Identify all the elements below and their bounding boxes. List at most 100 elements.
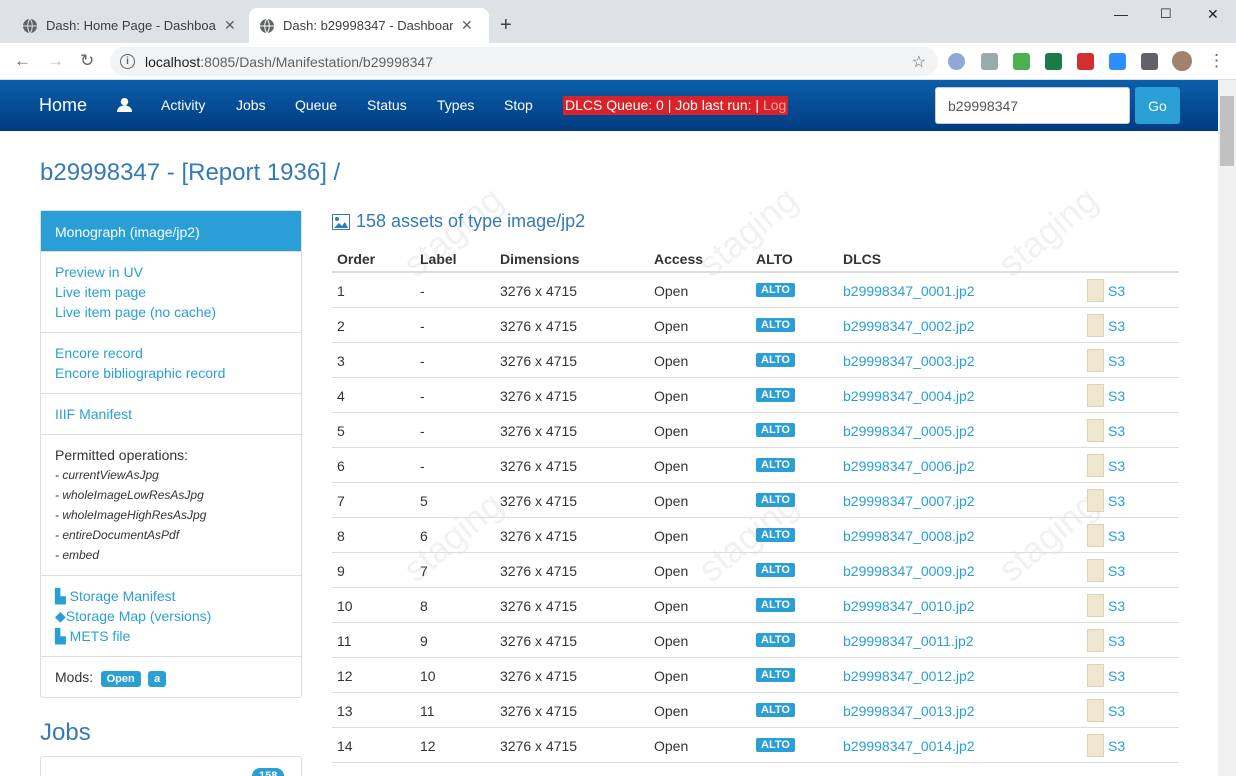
alto-badge[interactable]: ALTO <box>756 598 795 612</box>
page-thumbnail[interactable] <box>1087 594 1104 617</box>
s3-link[interactable]: S3 <box>1108 563 1125 579</box>
s3-link[interactable]: S3 <box>1108 458 1125 474</box>
dlcs-link[interactable]: b29998347_0008.jp2 <box>843 528 975 544</box>
zoom-extension-icon[interactable] <box>1109 53 1126 70</box>
s3-link[interactable]: S3 <box>1108 703 1125 719</box>
encore-record-link[interactable]: Encore record <box>55 343 287 363</box>
search-input[interactable] <box>935 87 1130 124</box>
page-thumbnail[interactable] <box>1087 664 1104 687</box>
dlcs-link[interactable]: b29998347_0014.jp2 <box>843 738 975 754</box>
address-bar[interactable]: i localhost:8085/Dash/Manifestation/b299… <box>110 47 938 76</box>
page-thumbnail[interactable] <box>1087 489 1104 512</box>
live-item-nocache-link[interactable]: Live item page (no cache) <box>55 302 287 322</box>
s3-link[interactable]: S3 <box>1108 528 1125 544</box>
scrollbar-thumb[interactable] <box>1220 96 1234 166</box>
page-thumbnail[interactable] <box>1087 419 1104 442</box>
extension-icon[interactable] <box>1077 53 1094 70</box>
storage-manifest-link[interactable]: ▙ Storage Manifest <box>55 586 287 606</box>
nav-jobs[interactable]: Jobs <box>236 97 266 113</box>
avatar[interactable] <box>1172 51 1192 71</box>
extension-icon[interactable] <box>1013 53 1030 70</box>
s3-link[interactable]: S3 <box>1108 493 1125 509</box>
page-thumbnail[interactable] <box>1087 699 1104 722</box>
dlcs-link[interactable]: b29998347_0001.jp2 <box>843 283 975 299</box>
storage-map-link[interactable]: ◆Storage Map (versions) <box>55 606 287 626</box>
page-thumbnail[interactable] <box>1087 734 1104 757</box>
bookmark-star-icon[interactable]: ☆ <box>912 52 926 72</box>
alto-badge[interactable]: ALTO <box>756 388 795 402</box>
dlcs-link[interactable]: b29998347_0010.jp2 <box>843 598 975 614</box>
dlcs-link[interactable]: b29998347_0004.jp2 <box>843 388 975 404</box>
page-thumbnail[interactable] <box>1087 629 1104 652</box>
close-icon[interactable]: ✕ <box>224 17 236 34</box>
s3-link[interactable]: S3 <box>1108 633 1125 649</box>
info-icon[interactable]: i <box>120 54 135 69</box>
alto-badge[interactable]: ALTO <box>756 318 795 332</box>
s3-link[interactable]: S3 <box>1108 283 1125 299</box>
minimize-icon[interactable]: — <box>1114 6 1128 22</box>
page-thumbnail[interactable] <box>1087 454 1104 477</box>
maximize-icon[interactable]: ☐ <box>1160 6 1172 22</box>
alto-badge[interactable]: ALTO <box>756 668 795 682</box>
alto-badge[interactable]: ALTO <box>756 423 795 437</box>
nav-types[interactable]: Types <box>437 97 474 113</box>
back-icon[interactable]: ← <box>14 51 31 71</box>
page-thumbnail[interactable] <box>1087 349 1104 372</box>
page-thumbnail[interactable] <box>1087 559 1104 582</box>
page-thumbnail[interactable] <box>1087 279 1104 302</box>
log-link[interactable]: Log <box>763 97 786 113</box>
encore-bib-link[interactable]: Encore bibliographic record <box>55 363 287 383</box>
user-icon[interactable] <box>117 97 132 112</box>
dlcs-link[interactable]: b29998347_0005.jp2 <box>843 423 975 439</box>
s3-link[interactable]: S3 <box>1108 738 1125 754</box>
s3-link[interactable]: S3 <box>1108 353 1125 369</box>
extension-icon[interactable] <box>1045 53 1062 70</box>
dlcs-link[interactable]: b29998347_0007.jp2 <box>843 493 975 509</box>
page-scrollbar[interactable] <box>1218 80 1236 776</box>
forward-icon[interactable]: → <box>47 51 64 71</box>
home-link[interactable]: Home <box>39 95 87 116</box>
page-thumbnail[interactable] <box>1087 314 1104 337</box>
s3-link[interactable]: S3 <box>1108 668 1125 684</box>
go-button[interactable]: Go <box>1135 87 1180 124</box>
browser-tab-home[interactable]: Dash: Home Page - Dashboard 2 ✕ <box>12 8 248 43</box>
alto-badge[interactable]: ALTO <box>756 703 795 717</box>
dlcs-link[interactable]: b29998347_0006.jp2 <box>843 458 975 474</box>
live-item-link[interactable]: Live item page <box>55 282 287 302</box>
close-icon[interactable]: ✕ <box>461 17 473 34</box>
dlcs-link[interactable]: b29998347_0009.jp2 <box>843 563 975 579</box>
nav-status[interactable]: Status <box>367 97 407 113</box>
iiif-manifest-link[interactable]: IIIF Manifest <box>55 404 287 424</box>
alto-badge[interactable]: ALTO <box>756 353 795 367</box>
alto-badge[interactable]: ALTO <box>756 283 795 297</box>
alto-badge[interactable]: ALTO <box>756 458 795 472</box>
nav-queue[interactable]: Queue <box>295 97 337 113</box>
extension-icon[interactable] <box>948 53 965 70</box>
puzzle-icon[interactable] <box>1141 53 1158 70</box>
alto-badge[interactable]: ALTO <box>756 633 795 647</box>
alto-badge[interactable]: ALTO <box>756 563 795 577</box>
mets-file-link[interactable]: ▙ METS file <box>55 626 287 646</box>
dlcs-link[interactable]: b29998347_0013.jp2 <box>843 703 975 719</box>
new-tab-icon[interactable]: + <box>500 14 512 37</box>
menu-dots-icon[interactable]: ⋮ <box>1208 51 1225 71</box>
nav-activity[interactable]: Activity <box>161 97 205 113</box>
s3-link[interactable]: S3 <box>1108 318 1125 334</box>
alto-badge[interactable]: ALTO <box>756 738 795 752</box>
nav-stop[interactable]: Stop <box>504 97 533 113</box>
dlcs-link[interactable]: b29998347_0003.jp2 <box>843 353 975 369</box>
page-thumbnail[interactable] <box>1087 524 1104 547</box>
s3-link[interactable]: S3 <box>1108 598 1125 614</box>
alto-badge[interactable]: ALTO <box>756 528 795 542</box>
dlcs-link[interactable]: b29998347_0002.jp2 <box>843 318 975 334</box>
browser-tab-current[interactable]: Dash: b29998347 - Dashboard 2 ✕ <box>249 8 489 43</box>
page-thumbnail[interactable] <box>1087 384 1104 407</box>
s3-link[interactable]: S3 <box>1108 388 1125 404</box>
alto-badge[interactable]: ALTO <box>756 493 795 507</box>
dlcs-link[interactable]: b29998347_0012.jp2 <box>843 668 975 684</box>
preview-uv-link[interactable]: Preview in UV <box>55 262 287 282</box>
window-close-icon[interactable]: ✕ <box>1207 6 1219 23</box>
dlcs-link[interactable]: b29998347_0011.jp2 <box>843 633 974 649</box>
s3-link[interactable]: S3 <box>1108 423 1125 439</box>
extension-icon[interactable] <box>981 53 998 70</box>
